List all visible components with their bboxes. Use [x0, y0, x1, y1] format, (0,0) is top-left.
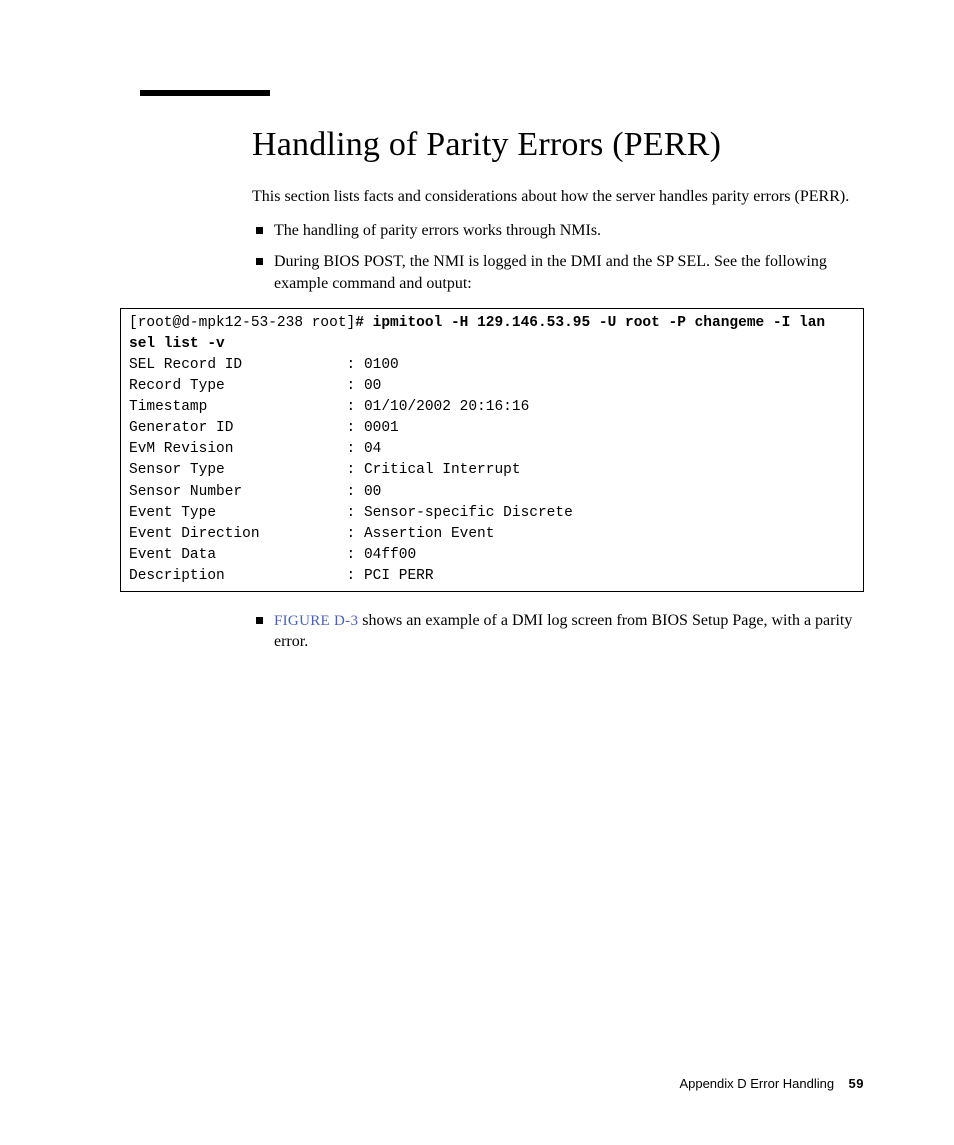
page-number: 59	[849, 1076, 864, 1091]
code-line: SEL Record ID : 0100	[129, 357, 399, 373]
shell-command: sel list -v	[129, 336, 225, 352]
code-line: Description : PCI PERR	[129, 568, 434, 584]
list-item: During BIOS POST, the NMI is logged in t…	[252, 251, 864, 294]
intro-paragraph: This section lists facts and considerati…	[252, 186, 864, 208]
code-line: Sensor Number : 00	[129, 484, 381, 500]
code-line: Record Type : 00	[129, 378, 381, 394]
code-line: Sensor Type : Critical Interrupt	[129, 462, 521, 478]
code-line: Event Data : 04ff00	[129, 547, 416, 563]
section-rule	[140, 90, 270, 96]
page: Handling of Parity Errors (PERR) This se…	[0, 0, 954, 1145]
page-footer: Appendix D Error Handling 59	[679, 1076, 864, 1091]
code-line: Event Direction : Assertion Event	[129, 526, 494, 542]
shell-prompt: [root@d-mpk12-53-238 root]	[129, 315, 355, 331]
body: This section lists facts and considerati…	[252, 186, 864, 294]
bullet-list-1: The handling of parity errors works thro…	[252, 220, 864, 295]
bullet-list-2: FIGURE D-3 shows an example of a DMI log…	[252, 610, 864, 653]
shell-command: # ipmitool -H 129.146.53.95 -U root -P c…	[355, 315, 825, 331]
footer-section: Appendix D Error Handling	[679, 1076, 834, 1091]
list-item-text: shows an example of a DMI log screen fro…	[274, 612, 852, 651]
body-after-code: FIGURE D-3 shows an example of a DMI log…	[252, 610, 864, 653]
code-block: [root@d-mpk12-53-238 root]# ipmitool -H …	[120, 308, 864, 591]
code-line: Timestamp : 01/10/2002 20:16:16	[129, 399, 529, 415]
code-line: Generator ID : 0001	[129, 420, 399, 436]
code-line: Event Type : Sensor-specific Discrete	[129, 505, 573, 521]
list-item: FIGURE D-3 shows an example of a DMI log…	[252, 610, 864, 653]
page-title: Handling of Parity Errors (PERR)	[252, 126, 864, 164]
list-item: The handling of parity errors works thro…	[252, 220, 864, 242]
code-line: EvM Revision : 04	[129, 441, 381, 457]
figure-reference-link[interactable]: FIGURE D-3	[274, 613, 358, 629]
